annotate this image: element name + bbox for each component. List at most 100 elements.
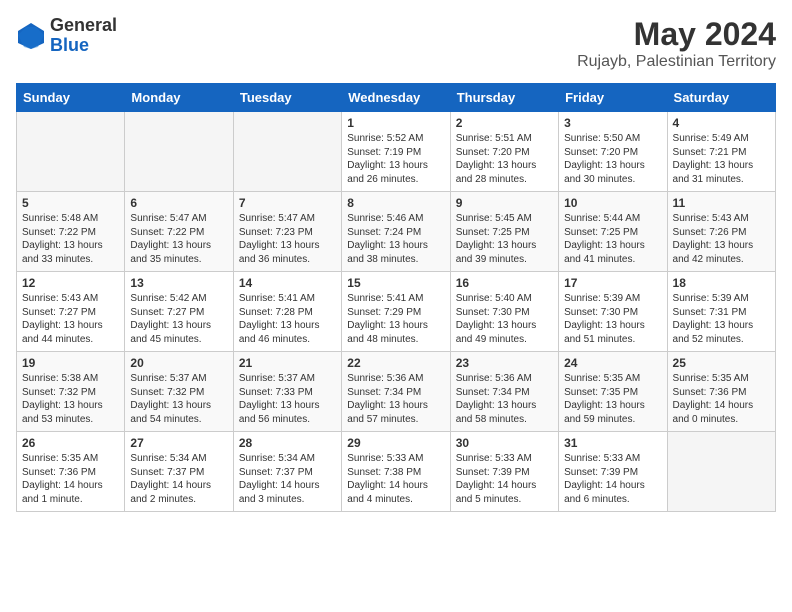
day-number: 9: [456, 196, 553, 210]
day-number: 19: [22, 356, 119, 370]
calendar-cell: 4 Sunrise: 5:49 AM Sunset: 7:21 PM Daylig…: [667, 112, 775, 192]
day-number: 29: [347, 436, 444, 450]
day-number: 14: [239, 276, 336, 290]
day-number: 3: [564, 116, 661, 130]
day-number: 30: [456, 436, 553, 450]
page-header: General Blue May 2024 Rujayb, Palestinia…: [16, 16, 776, 71]
cell-info: Sunrise: 5:42 AM Sunset: 7:27 PM Dayligh…: [130, 292, 227, 346]
calendar-cell: 19 Sunrise: 5:38 AM Sunset: 7:32 PM Dayli…: [17, 352, 125, 432]
cell-info: Sunrise: 5:48 AM Sunset: 7:22 PM Dayligh…: [22, 212, 119, 266]
calendar-cell: 22 Sunrise: 5:36 AM Sunset: 7:34 PM Dayli…: [342, 352, 450, 432]
cell-info: Sunrise: 5:41 AM Sunset: 7:29 PM Dayligh…: [347, 292, 444, 346]
calendar-cell: [17, 112, 125, 192]
day-number: 11: [673, 196, 770, 210]
day-number: 5: [22, 196, 119, 210]
day-number: 22: [347, 356, 444, 370]
cell-info: Sunrise: 5:41 AM Sunset: 7:28 PM Dayligh…: [239, 292, 336, 346]
calendar-cell: 27Sunrise: 5:34 AM Sunset: 7:37 PM Dayli…: [125, 432, 233, 512]
title-block: May 2024 Rujayb, Palestinian Territory: [577, 16, 776, 71]
day-number: 20: [130, 356, 227, 370]
col-header-friday: Friday: [559, 84, 667, 112]
cell-info: Sunrise: 5:36 AM Sunset: 7:34 PM Dayligh…: [347, 372, 444, 426]
day-number: 24: [564, 356, 661, 370]
cell-info: Sunrise: 5:49 AM Sunset: 7:21 PM Dayligh…: [673, 132, 770, 186]
day-number: 18: [673, 276, 770, 290]
cell-info: Sunrise: 5:43 AM Sunset: 7:26 PM Dayligh…: [673, 212, 770, 266]
day-number: 13: [130, 276, 227, 290]
cell-info: Sunrise: 5:34 AM Sunset: 7:37 PM Dayligh…: [130, 452, 227, 506]
calendar-cell: 12Sunrise: 5:43 AM Sunset: 7:27 PM Dayli…: [17, 272, 125, 352]
header-row: SundayMondayTuesdayWednesdayThursdayFrid…: [17, 84, 776, 112]
calendar-cell: 31Sunrise: 5:33 AM Sunset: 7:39 PM Dayli…: [559, 432, 667, 512]
cell-info: Sunrise: 5:40 AM Sunset: 7:30 PM Dayligh…: [456, 292, 553, 346]
calendar-cell: 17Sunrise: 5:39 AM Sunset: 7:30 PM Dayli…: [559, 272, 667, 352]
day-number: 1: [347, 116, 444, 130]
calendar-cell: 2 Sunrise: 5:51 AM Sunset: 7:20 PM Daylig…: [450, 112, 558, 192]
calendar-cell: [667, 432, 775, 512]
calendar-cell: 20Sunrise: 5:37 AM Sunset: 7:32 PM Dayli…: [125, 352, 233, 432]
day-number: 7: [239, 196, 336, 210]
cell-info: Sunrise: 5:36 AM Sunset: 7:34 PM Dayligh…: [456, 372, 553, 426]
cell-info: Sunrise: 5:33 AM Sunset: 7:39 PM Dayligh…: [564, 452, 661, 506]
calendar-cell: 15 Sunrise: 5:41 AM Sunset: 7:29 PM Dayli…: [342, 272, 450, 352]
day-number: 28: [239, 436, 336, 450]
week-row-2: 5 Sunrise: 5:48 AM Sunset: 7:22 PM Daylig…: [17, 192, 776, 272]
cell-info: Sunrise: 5:46 AM Sunset: 7:24 PM Dayligh…: [347, 212, 444, 266]
day-number: 23: [456, 356, 553, 370]
calendar-cell: 10Sunrise: 5:44 AM Sunset: 7:25 PM Dayli…: [559, 192, 667, 272]
calendar-cell: [125, 112, 233, 192]
cell-info: Sunrise: 5:51 AM Sunset: 7:20 PM Dayligh…: [456, 132, 553, 186]
month-title: May 2024: [577, 16, 776, 53]
col-header-thursday: Thursday: [450, 84, 558, 112]
col-header-monday: Monday: [125, 84, 233, 112]
calendar-cell: 3 Sunrise: 5:50 AM Sunset: 7:20 PM Daylig…: [559, 112, 667, 192]
calendar-cell: 9 Sunrise: 5:45 AM Sunset: 7:25 PM Daylig…: [450, 192, 558, 272]
cell-info: Sunrise: 5:50 AM Sunset: 7:20 PM Dayligh…: [564, 132, 661, 186]
day-number: 12: [22, 276, 119, 290]
calendar-table: SundayMondayTuesdayWednesdayThursdayFrid…: [16, 83, 776, 512]
logo-text: General Blue: [50, 16, 117, 56]
cell-info: Sunrise: 5:47 AM Sunset: 7:22 PM Dayligh…: [130, 212, 227, 266]
calendar-cell: 5 Sunrise: 5:48 AM Sunset: 7:22 PM Daylig…: [17, 192, 125, 272]
cell-info: Sunrise: 5:35 AM Sunset: 7:35 PM Dayligh…: [564, 372, 661, 426]
calendar-cell: 16 Sunrise: 5:40 AM Sunset: 7:30 PM Dayli…: [450, 272, 558, 352]
calendar-cell: [233, 112, 341, 192]
day-number: 17: [564, 276, 661, 290]
day-number: 10: [564, 196, 661, 210]
calendar-cell: 24 Sunrise: 5:35 AM Sunset: 7:35 PM Dayli…: [559, 352, 667, 432]
week-row-4: 19 Sunrise: 5:38 AM Sunset: 7:32 PM Dayli…: [17, 352, 776, 432]
day-number: 26: [22, 436, 119, 450]
col-header-saturday: Saturday: [667, 84, 775, 112]
day-number: 4: [673, 116, 770, 130]
calendar-cell: 11 Sunrise: 5:43 AM Sunset: 7:26 PM Dayli…: [667, 192, 775, 272]
day-number: 25: [673, 356, 770, 370]
cell-info: Sunrise: 5:38 AM Sunset: 7:32 PM Dayligh…: [22, 372, 119, 426]
cell-info: Sunrise: 5:45 AM Sunset: 7:25 PM Dayligh…: [456, 212, 553, 266]
day-number: 2: [456, 116, 553, 130]
cell-info: Sunrise: 5:37 AM Sunset: 7:33 PM Dayligh…: [239, 372, 336, 426]
calendar-cell: 25 Sunrise: 5:35 AM Sunset: 7:36 PM Dayli…: [667, 352, 775, 432]
calendar-cell: 28 Sunrise: 5:34 AM Sunset: 7:37 PM Dayli…: [233, 432, 341, 512]
calendar-cell: 1 Sunrise: 5:52 AM Sunset: 7:19 PM Daylig…: [342, 112, 450, 192]
day-number: 15: [347, 276, 444, 290]
calendar-cell: 8 Sunrise: 5:46 AM Sunset: 7:24 PM Daylig…: [342, 192, 450, 272]
calendar-cell: 30Sunrise: 5:33 AM Sunset: 7:39 PM Dayli…: [450, 432, 558, 512]
calendar-cell: 6 Sunrise: 5:47 AM Sunset: 7:22 PM Daylig…: [125, 192, 233, 272]
cell-info: Sunrise: 5:35 AM Sunset: 7:36 PM Dayligh…: [22, 452, 119, 506]
day-number: 8: [347, 196, 444, 210]
calendar-cell: 29 Sunrise: 5:33 AM Sunset: 7:38 PM Dayli…: [342, 432, 450, 512]
cell-info: Sunrise: 5:34 AM Sunset: 7:37 PM Dayligh…: [239, 452, 336, 506]
week-row-3: 12Sunrise: 5:43 AM Sunset: 7:27 PM Dayli…: [17, 272, 776, 352]
day-number: 6: [130, 196, 227, 210]
calendar-cell: 14 Sunrise: 5:41 AM Sunset: 7:28 PM Dayli…: [233, 272, 341, 352]
calendar-cell: 13 Sunrise: 5:42 AM Sunset: 7:27 PM Dayli…: [125, 272, 233, 352]
calendar-cell: 7Sunrise: 5:47 AM Sunset: 7:23 PM Daylig…: [233, 192, 341, 272]
cell-info: Sunrise: 5:33 AM Sunset: 7:38 PM Dayligh…: [347, 452, 444, 506]
cell-info: Sunrise: 5:52 AM Sunset: 7:19 PM Dayligh…: [347, 132, 444, 186]
location: Rujayb, Palestinian Territory: [577, 53, 776, 71]
cell-info: Sunrise: 5:35 AM Sunset: 7:36 PM Dayligh…: [673, 372, 770, 426]
day-number: 16: [456, 276, 553, 290]
col-header-sunday: Sunday: [17, 84, 125, 112]
logo-blue: Blue: [50, 36, 117, 56]
week-row-5: 26 Sunrise: 5:35 AM Sunset: 7:36 PM Dayli…: [17, 432, 776, 512]
